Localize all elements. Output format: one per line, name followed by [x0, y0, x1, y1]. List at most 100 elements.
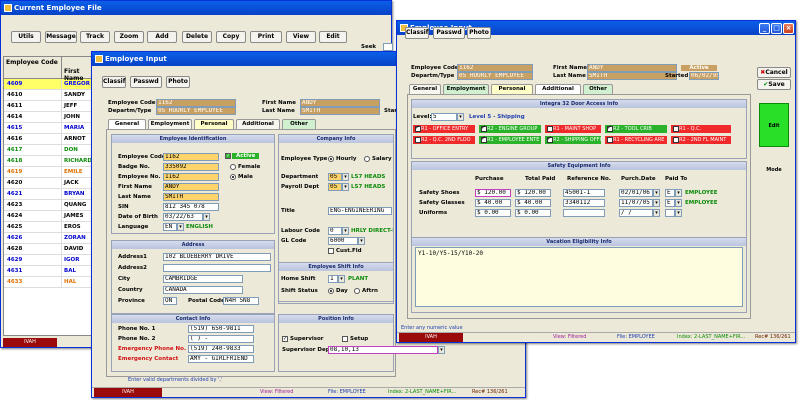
- paid-to-input[interactable]: E: [665, 189, 675, 197]
- level-dropdown[interactable]: ▾: [457, 113, 464, 121]
- door-access-r1-recycling-are[interactable]: R1 - RECYCLING ARE: [605, 136, 667, 144]
- salary-radio[interactable]: [364, 156, 370, 162]
- active-checkbox[interactable]: ✓: [225, 153, 231, 159]
- first-name-input[interactable]: ANDY: [163, 183, 219, 191]
- passwd-button[interactable]: Passwd: [130, 76, 162, 88]
- table-row[interactable]: 4619 EMILE: [4, 167, 92, 178]
- table-row[interactable]: 4610 SANDY: [4, 90, 92, 101]
- reference-input[interactable]: 45001-1: [563, 189, 605, 197]
- purch-date-input[interactable]: 02/01/06: [619, 189, 653, 197]
- tab-personal[interactable]: Personal: [194, 119, 234, 129]
- phone2-input[interactable]: ( ) -: [188, 335, 254, 343]
- dob-input[interactable]: 03/22/63: [163, 213, 203, 221]
- classif-button[interactable]: Classif: [405, 27, 429, 39]
- female-radio[interactable]: [230, 164, 236, 170]
- passwd-button[interactable]: Passwd: [433, 27, 465, 39]
- door-access-r2-q-c-2nd-floo[interactable]: R2 - Q.C. 2ND FLOO: [413, 136, 475, 144]
- cancel-button[interactable]: ✖Cancel: [757, 67, 791, 78]
- tab-other[interactable]: Other: [282, 119, 316, 129]
- table-row[interactable]: 4624 JAMES: [4, 211, 92, 222]
- title-bar[interactable]: Current Employee File: [1, 1, 391, 15]
- purch-date-dropdown[interactable]: ▾: [653, 199, 660, 207]
- table-row[interactable]: 4629 IGOR: [4, 255, 92, 266]
- gl-input[interactable]: 6000: [328, 237, 358, 245]
- reference-input[interactable]: 3340112: [563, 199, 605, 207]
- table-row[interactable]: 4620 JACK: [4, 178, 92, 189]
- paid-to-dropdown[interactable]: ▾: [675, 199, 682, 207]
- home-shift-input[interactable]: 1: [328, 275, 338, 283]
- add-button[interactable]: Add: [147, 31, 177, 43]
- tab-personal[interactable]: Personal: [491, 84, 533, 94]
- address2-input[interactable]: [163, 264, 271, 272]
- table-row[interactable]: 4633 HAL: [4, 277, 92, 288]
- address1-input[interactable]: 102 BLUEBERRY DRIVE: [163, 253, 271, 261]
- custfld-checkbox[interactable]: [328, 248, 334, 254]
- delete-button[interactable]: Delete: [182, 31, 212, 43]
- message-button[interactable]: Message: [45, 31, 77, 43]
- paid-to-input[interactable]: E: [665, 199, 675, 207]
- home-shift-dropdown[interactable]: ▾: [338, 275, 345, 283]
- door-access-r2-engine-group[interactable]: R2 - ENGINE GROUP: [479, 125, 541, 133]
- total-paid-input[interactable]: $ 120.00: [515, 189, 551, 197]
- table-row[interactable]: 4617 DON: [4, 145, 92, 156]
- purch-date-dropdown[interactable]: ▾: [653, 209, 660, 217]
- language-dropdown[interactable]: ▾: [177, 223, 184, 231]
- labour-input[interactable]: 0: [328, 227, 342, 235]
- supervisor-dept-dropdown[interactable]: ▾: [438, 346, 445, 354]
- print-button[interactable]: Print: [250, 31, 282, 43]
- postal-input[interactable]: N4H 5N8: [223, 297, 259, 305]
- close-icon[interactable]: ×: [783, 22, 794, 34]
- maximize-icon[interactable]: □: [771, 22, 782, 34]
- male-radio[interactable]: [230, 174, 236, 180]
- tab-general[interactable]: General: [409, 84, 441, 94]
- reference-input[interactable]: [563, 209, 605, 217]
- classif-button[interactable]: Classif: [102, 76, 126, 88]
- table-row[interactable]: 4628 DAVID: [4, 244, 92, 255]
- title-input[interactable]: ENG-ENGINEERING: [328, 207, 392, 215]
- tab-additional[interactable]: Additional: [236, 119, 280, 129]
- table-row[interactable]: 4626 ZORAN: [4, 233, 92, 244]
- photo-button[interactable]: Photo: [166, 76, 190, 88]
- purchase-input[interactable]: $ 120.00: [475, 189, 511, 197]
- purch-date-input[interactable]: / /: [619, 209, 653, 217]
- track-button[interactable]: Track: [80, 31, 110, 43]
- table-row[interactable]: 4614 JOHN: [4, 112, 92, 123]
- supervisor-checkbox[interactable]: ✓: [282, 336, 288, 342]
- phone1-input[interactable]: (519) 650-9811: [188, 325, 254, 333]
- door-access-r2-2nd-fl-maint[interactable]: R2 - 2ND FL MAINT: [671, 136, 731, 144]
- payroll-input[interactable]: 05: [328, 183, 342, 191]
- minimize-icon[interactable]: _: [759, 22, 770, 34]
- paid-to-input[interactable]: [665, 209, 675, 217]
- department-dropdown[interactable]: ▾: [342, 173, 349, 181]
- seek-input[interactable]: [383, 43, 393, 51]
- tab-general[interactable]: General: [108, 119, 146, 129]
- last-name-input[interactable]: SMITH: [163, 193, 219, 201]
- tab-employment[interactable]: Employment: [443, 84, 489, 94]
- hourly-radio[interactable]: [328, 156, 334, 162]
- door-access-r1-office-entry[interactable]: R1 - OFFICE ENTRY: [413, 125, 475, 133]
- door-access-r2-tool-crib[interactable]: R2 - TOOL CRIB: [605, 125, 667, 133]
- view-button[interactable]: View: [286, 31, 316, 43]
- edit-button[interactable]: Edit: [319, 31, 347, 43]
- door-access-r1-employee-ente[interactable]: R1 - EMPLOYEE ENTE: [479, 136, 541, 144]
- purchase-input[interactable]: $ 40.00: [475, 199, 511, 207]
- photo-button[interactable]: Photo: [467, 27, 491, 39]
- aftrn-radio[interactable]: [354, 288, 360, 294]
- sin-input[interactable]: 812 345 078: [163, 203, 219, 211]
- tab-employment[interactable]: Employment: [148, 119, 192, 129]
- door-access-r2-shipping-offi[interactable]: R2 - SHIPPING OFFI: [545, 136, 601, 144]
- table-row[interactable]: 4631 BAL: [4, 266, 92, 277]
- emergency-contact-input[interactable]: AMY - GIRLFRIEND: [188, 355, 254, 363]
- employee-no-input[interactable]: 1162: [163, 173, 219, 181]
- purch-date-dropdown[interactable]: ▾: [653, 189, 660, 197]
- table-row[interactable]: 4616 ARNOT: [4, 134, 92, 145]
- employee-code-input[interactable]: 1162: [163, 153, 219, 161]
- country-input[interactable]: CANADA: [163, 286, 243, 294]
- column-header-code[interactable]: Employee Code: [4, 57, 62, 78]
- province-input[interactable]: ON: [163, 297, 177, 305]
- table-row[interactable]: 4625 EROS: [4, 222, 92, 233]
- city-input[interactable]: CAMBRIDGE: [163, 275, 243, 283]
- door-access-r1-q-c[interactable]: R1 - Q.C.: [671, 125, 731, 133]
- purch-date-input[interactable]: 11/07/05: [619, 199, 653, 207]
- badge-input[interactable]: 335092: [163, 163, 219, 171]
